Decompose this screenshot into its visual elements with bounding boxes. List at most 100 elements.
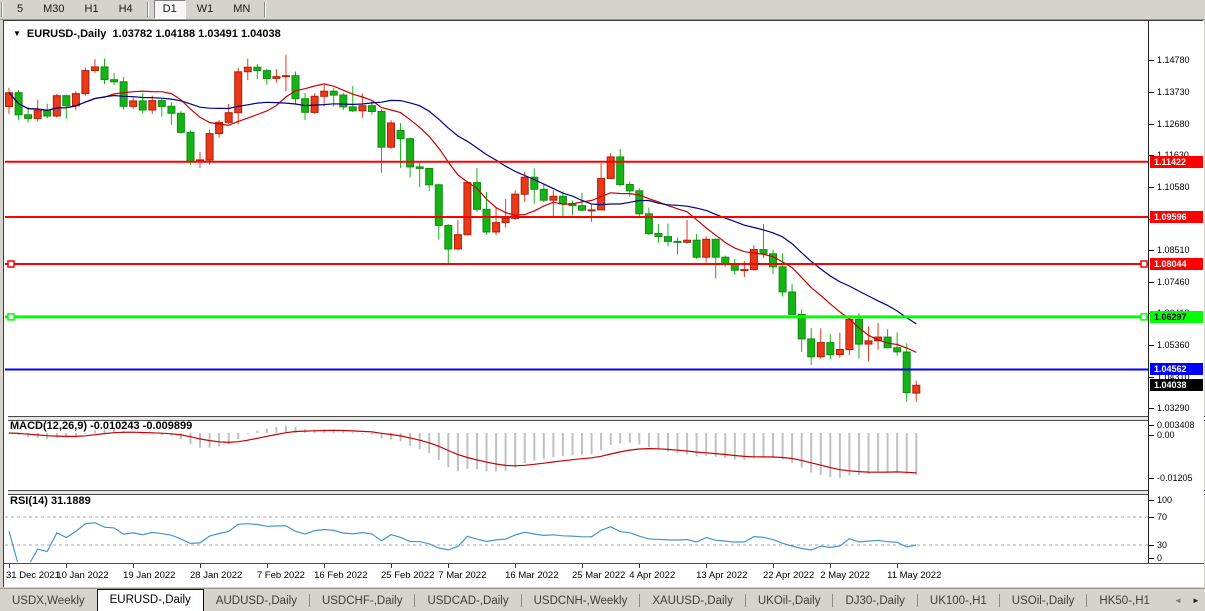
- candle-body: [368, 106, 375, 112]
- chart-tab-eurusd-daily[interactable]: EURUSD-,Daily: [97, 589, 204, 611]
- candle-body: [25, 115, 32, 119]
- symbol-triangle-icon[interactable]: ▼: [13, 29, 21, 38]
- rsi-label: 30: [1157, 540, 1167, 550]
- chart-tab-ukoil-daily[interactable]: UKOil-,Daily: [746, 591, 833, 611]
- candle-body: [359, 106, 366, 111]
- date-tick: [267, 564, 268, 568]
- timeframe-button-mn[interactable]: MN: [224, 0, 259, 19]
- macd-bar: [858, 433, 860, 475]
- main-price-chart[interactable]: [5, 22, 1148, 415]
- timeframe-button-d1[interactable]: D1: [154, 0, 186, 19]
- timeframe-button-h4[interactable]: H4: [110, 0, 142, 19]
- macd-bar: [495, 433, 497, 472]
- candle-body: [808, 339, 815, 357]
- macd-bar: [753, 433, 755, 458]
- chart-tab-usdcad-daily[interactable]: USDCAD-,Daily: [415, 591, 520, 611]
- candle-body: [416, 167, 423, 169]
- support-green-handle[interactable]: [1141, 314, 1147, 320]
- tab-scroll-left-icon[interactable]: ◄: [1171, 594, 1185, 608]
- chart-tab-dj30-daily[interactable]: DJ30-,Daily: [833, 591, 916, 611]
- macd-signal-line: [9, 430, 916, 473]
- date-label: 2 May 2022: [820, 570, 870, 581]
- chart-tab-uk100-h1[interactable]: UK100-,H1: [918, 591, 999, 611]
- date-label: 25 Mar 2022: [572, 570, 625, 581]
- macd-bar: [848, 433, 850, 475]
- chart-tab-usoil-daily[interactable]: USOil-,Daily: [1000, 591, 1087, 611]
- price-axis[interactable]: 1.147801.137301.126801.116301.105801.095…: [1149, 21, 1204, 586]
- rsi-label: 100: [1157, 495, 1172, 505]
- candle-body: [540, 189, 547, 200]
- date-tick: [391, 564, 392, 568]
- candle-body: [665, 237, 672, 242]
- chart-tab-strip: USDX,WeeklyEURUSD-,DailyAUDUSD-,DailyUSD…: [0, 589, 1180, 611]
- rsi-tick: [1149, 545, 1154, 546]
- candlestick-series[interactable]: [6, 55, 920, 402]
- timeframe-button-h1[interactable]: H1: [76, 0, 108, 19]
- price-label: 1.03290: [1157, 403, 1190, 413]
- macd-bar: [352, 433, 354, 434]
- toolbar-separator: [147, 2, 149, 17]
- candle-body: [579, 206, 586, 211]
- chart-tab-hk50-h1[interactable]: HK50-,H1: [1087, 591, 1162, 611]
- candle-body: [349, 107, 356, 111]
- rsi-panel[interactable]: [5, 493, 1148, 562]
- timeframe-button-w1[interactable]: W1: [188, 0, 223, 19]
- timeframe-toolbar: 5M30H1H4 D1W1MN: [0, 0, 1205, 20]
- date-tick: [639, 564, 640, 568]
- candle-body: [34, 110, 41, 118]
- macd-bar: [524, 433, 526, 463]
- chart-tab-usdcnh-weekly[interactable]: USDCNH-,Weekly: [522, 591, 640, 611]
- candle-body: [693, 240, 700, 257]
- price-tick: [1149, 408, 1154, 409]
- candle-body: [158, 101, 165, 107]
- macd-bar: [218, 433, 220, 447]
- macd-bar: [600, 433, 602, 450]
- candle-body: [827, 343, 834, 355]
- candle-body: [445, 225, 452, 249]
- candle-body: [63, 96, 70, 106]
- candle-body: [44, 110, 51, 116]
- macd-bar: [285, 426, 287, 433]
- chart-tab-usdx-weekly[interactable]: USDX,Weekly: [0, 591, 97, 611]
- chart-tab-xauusd-daily[interactable]: XAUUSD-,Daily: [640, 591, 745, 611]
- resistance-1-price-label: 1.11422: [1150, 156, 1203, 168]
- candle-body: [741, 270, 748, 271]
- candle-body: [177, 113, 184, 132]
- candle-body: [168, 106, 175, 113]
- candle-body: [263, 71, 270, 79]
- macd-bar: [562, 433, 564, 456]
- candle-body: [559, 196, 566, 203]
- support-green-handle[interactable]: [8, 314, 14, 320]
- candle-body: [865, 341, 872, 344]
- resistance-3-handle[interactable]: [1141, 261, 1147, 267]
- chart-tab-usdchf-daily[interactable]: USDCHF-,Daily: [310, 591, 415, 611]
- rsi-tick: [1149, 517, 1154, 518]
- candle-body: [397, 131, 404, 139]
- date-label: 28 Jan 2022: [190, 570, 242, 581]
- date-tick: [582, 564, 583, 568]
- resistance-3-handle[interactable]: [8, 261, 14, 267]
- timeframe-button-m30[interactable]: M30: [34, 0, 73, 19]
- timeframe-button-5[interactable]: 5: [8, 0, 32, 19]
- price-label: 1.08510: [1157, 245, 1190, 255]
- toolbar-separator: [264, 2, 266, 17]
- candle-body: [330, 91, 337, 95]
- macd-bar: [56, 433, 58, 438]
- candle-body: [82, 71, 89, 94]
- macd-bar: [581, 433, 583, 455]
- tab-scroll-right-icon[interactable]: ►: [1189, 594, 1203, 608]
- price-tick: [1149, 282, 1154, 283]
- macd-bar: [810, 433, 812, 473]
- macd-bar: [648, 433, 650, 447]
- candle-body: [550, 196, 557, 200]
- macd-bar: [839, 433, 841, 478]
- macd-bar: [409, 433, 411, 446]
- candle-body: [149, 101, 156, 110]
- date-axis[interactable]: 31 Dec 202110 Jan 202219 Jan 202228 Jan …: [4, 563, 1204, 587]
- candle-body: [846, 319, 853, 349]
- price-tick: [1149, 345, 1154, 346]
- date-tick: [133, 564, 134, 568]
- chart-tab-audusd-daily[interactable]: AUDUSD-,Daily: [204, 591, 309, 611]
- macd-histogram: [8, 426, 917, 478]
- macd-bar: [256, 431, 258, 433]
